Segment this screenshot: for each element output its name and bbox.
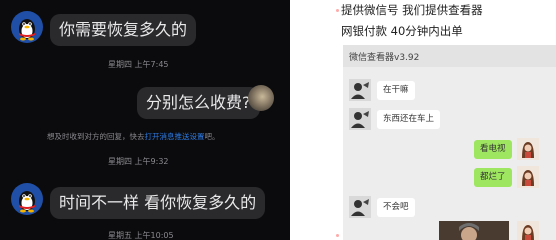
bullet-dot bbox=[336, 234, 339, 237]
viewer-message-incoming: 不会吧 bbox=[377, 198, 415, 217]
timestamp: 星期五 上午10:05 bbox=[108, 231, 174, 240]
qq-penguin-avatar[interactable] bbox=[11, 183, 43, 215]
image-message-thumbnail[interactable] bbox=[439, 221, 509, 240]
push-settings-link[interactable]: 打开消息推送设置 bbox=[145, 132, 205, 141]
contact-avatar[interactable] bbox=[349, 108, 371, 130]
contact-avatar[interactable] bbox=[349, 79, 371, 101]
notice-prefix: 想及时收到对方的回复，快去 bbox=[47, 132, 145, 141]
viewer-title: 微信查看器v3.92 bbox=[349, 53, 420, 63]
viewer-ad-panel: 提供微信号 我们提供查看器 网银付款 40分钟内出单 微信查看器v3.92 在干… bbox=[333, 0, 556, 240]
message-bubble-outgoing[interactable]: 分别怎么收费? bbox=[137, 87, 260, 119]
viewer-message-incoming: 东西还在车上 bbox=[377, 110, 441, 129]
message-bubble-incoming[interactable]: 你需要恢复多久的 bbox=[50, 14, 197, 46]
ad-line-2: 网银付款 40分钟内出单 bbox=[341, 24, 463, 38]
moon-avatar[interactable] bbox=[248, 85, 274, 111]
notice-suffix: 吧。 bbox=[204, 132, 220, 141]
dark-chat-panel: 你需要恢复多久的 星期四 上午7:45 分别怎么收费? 想及时收到对方的回复，快… bbox=[0, 0, 290, 240]
user-avatar[interactable] bbox=[517, 166, 539, 188]
contact-avatar[interactable] bbox=[349, 196, 371, 218]
bullet-dot bbox=[336, 9, 339, 12]
timestamp: 星期四 上午9:32 bbox=[108, 157, 169, 166]
viewer-message-outgoing: 都烂了 bbox=[474, 168, 512, 187]
ad-line-1: 提供微信号 我们提供查看器 bbox=[341, 3, 483, 17]
viewer-message-incoming: 在干嘛 bbox=[377, 81, 415, 100]
timestamp: 星期四 上午7:45 bbox=[108, 60, 169, 69]
viewer-screenshot: 微信查看器v3.92 在干嘛 东西还在车上 看电视 都烂了 不会吧 bbox=[343, 45, 556, 240]
qq-penguin-avatar[interactable] bbox=[11, 11, 43, 43]
user-avatar[interactable] bbox=[517, 221, 539, 240]
viewer-title-bar: 微信查看器v3.92 bbox=[343, 45, 556, 67]
push-notice: 想及时收到对方的回复，快去打开消息推送设置吧。 bbox=[47, 132, 220, 142]
user-avatar[interactable] bbox=[517, 138, 539, 160]
message-bubble-incoming[interactable]: 时间不一样 看你恢复多久的 bbox=[50, 187, 266, 219]
viewer-message-outgoing: 看电视 bbox=[474, 140, 512, 159]
